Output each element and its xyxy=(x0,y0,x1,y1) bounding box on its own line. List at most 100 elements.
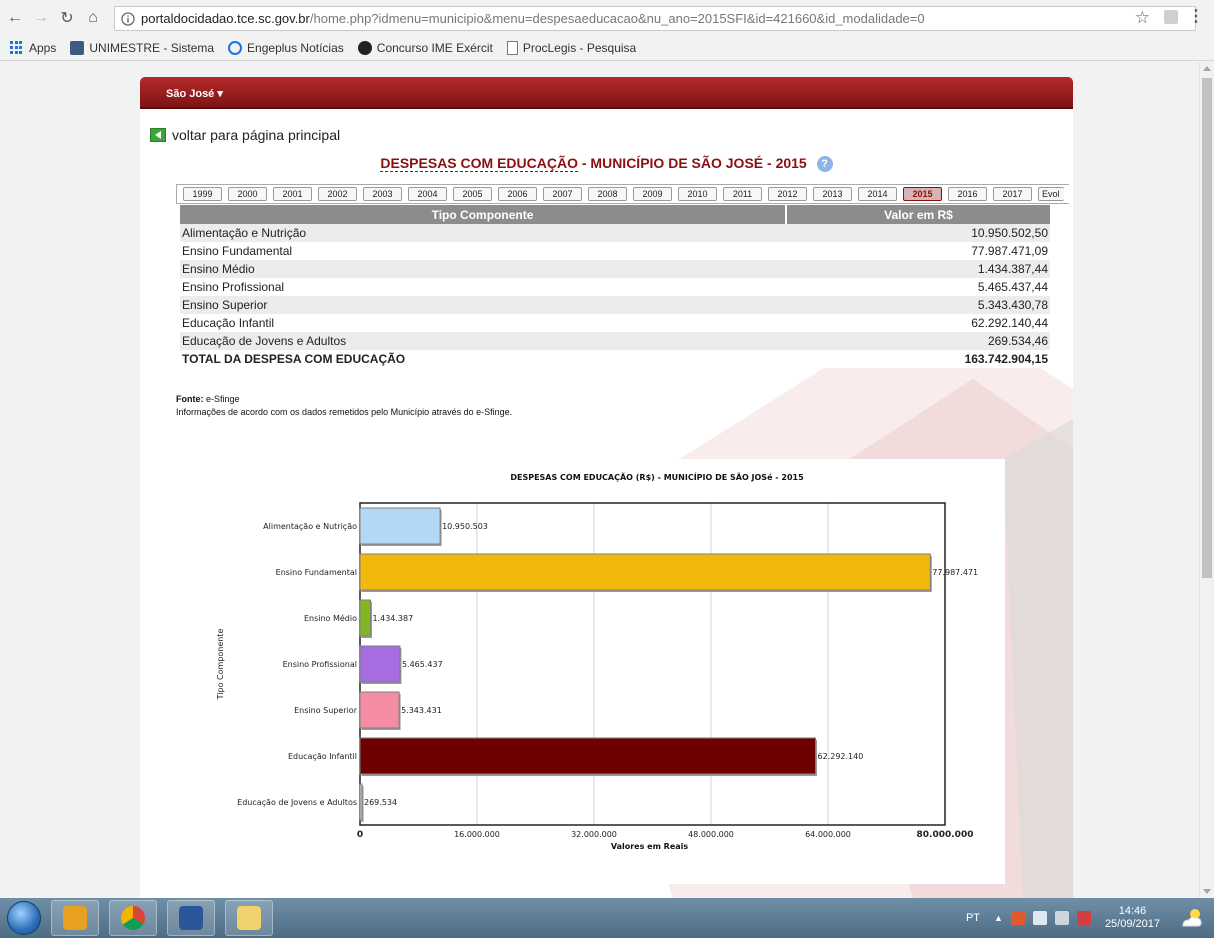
browser-toolbar: ← → ↻ ⌂ portaldocidadao.tce.sc.gov.br/ho… xyxy=(0,0,1214,36)
cell-tipo: Ensino Superior xyxy=(180,296,786,314)
table-row: Ensino Fundamental 77.987.471,09 xyxy=(180,242,1050,260)
cell-valor: 62.292.140,44 xyxy=(786,314,1050,332)
table-row: Ensino Médio 1.434.387,44 xyxy=(180,260,1050,278)
help-icon[interactable]: ? xyxy=(816,156,833,173)
cell-valor: 5.465.437,44 xyxy=(786,278,1050,296)
bar xyxy=(359,645,401,683)
bookmarks-bar: Apps UNIMESTRE - Sistema Engeplus Notíci… xyxy=(0,36,1214,61)
extension-icon[interactable] xyxy=(1164,10,1178,24)
page-viewport: São José ▾ voltar para página principal … xyxy=(0,62,1199,898)
bar xyxy=(359,783,363,821)
bookmark-apps[interactable]: Apps xyxy=(10,41,56,55)
year-tab-2010[interactable]: 2010 xyxy=(678,187,717,201)
bookmark-proclegis[interactable]: ProcLegis - Pesquisa xyxy=(506,41,637,55)
bar-chart-svg: DESPESAS COM EDUCAÇÃO (R$) - MUNICÍPIO D… xyxy=(216,471,978,851)
back-arrow-icon[interactable]: ← xyxy=(4,7,26,29)
bookmark-unimestre[interactable]: UNIMESTRE - Sistema xyxy=(70,41,214,55)
year-tab-2017[interactable]: 2017 xyxy=(993,187,1032,201)
table-total-row: TOTAL DA DESPESA COM EDUCAÇÃO 163.742.904… xyxy=(180,350,1050,368)
start-button[interactable] xyxy=(7,901,41,935)
year-tab-2014[interactable]: 2014 xyxy=(858,187,897,201)
volume-icon[interactable] xyxy=(1032,911,1047,925)
cell-tipo: Educação de Jovens e Adultos xyxy=(180,332,786,350)
x-tick-label: 64.000.000 xyxy=(805,830,851,839)
scroll-down-icon[interactable] xyxy=(1203,889,1211,894)
y-axis-label: Tipo Componente xyxy=(216,629,225,701)
reload-icon[interactable]: ↻ xyxy=(56,7,78,29)
source-label: Fonte: xyxy=(176,394,204,404)
source-note: Fonte: e-Sfinge Informações de acordo co… xyxy=(176,393,512,419)
value-label: 1.434.387 xyxy=(372,614,413,623)
year-tab-2012[interactable]: 2012 xyxy=(768,187,807,201)
table-row: Alimentação e Nutrição 10.950.502,50 xyxy=(180,224,1050,242)
weather-icon[interactable] xyxy=(1178,904,1206,932)
bookmark-concurso[interactable]: Concurso IME Exércit xyxy=(357,41,493,55)
cell-valor: 10.950.502,50 xyxy=(786,224,1050,242)
year-tab-1999[interactable]: 1999 xyxy=(183,187,222,201)
year-tab-2007[interactable]: 2007 xyxy=(543,187,582,201)
back-to-home-link[interactable]: voltar para página principal xyxy=(150,127,340,143)
system-clock[interactable]: 14:46 25/09/2017 xyxy=(1105,905,1160,931)
browser-menu-icon[interactable]: ⋮ xyxy=(1188,6,1204,26)
year-tab-2015[interactable]: 2015 xyxy=(903,187,942,201)
scroll-thumb[interactable] xyxy=(1202,78,1212,578)
year-tab-2006[interactable]: 2006 xyxy=(498,187,537,201)
year-tab-2004[interactable]: 2004 xyxy=(408,187,447,201)
bookmark-label: Concurso IME Exércit xyxy=(376,41,493,55)
cell-tipo: Ensino Fundamental xyxy=(180,242,786,260)
home-icon[interactable]: ⌂ xyxy=(82,7,104,29)
city-menu[interactable]: São José ▾ xyxy=(166,87,223,100)
cell-valor: 77.987.471,09 xyxy=(786,242,1050,260)
category-label: Educação de Jovens e Adultos xyxy=(237,798,357,807)
year-tab-2001[interactable]: 2001 xyxy=(273,187,312,201)
address-bar[interactable]: portaldocidadao.tce.sc.gov.br/home.php?i… xyxy=(114,6,1196,31)
year-tab-2016[interactable]: 2016 xyxy=(948,187,987,201)
year-tab-2008[interactable]: 2008 xyxy=(588,187,627,201)
year-tab-evol[interactable]: Evol xyxy=(1038,187,1064,201)
category-label: Educação Infantil xyxy=(288,752,357,761)
scroll-up-icon[interactable] xyxy=(1203,66,1211,71)
value-label: 77.987.471 xyxy=(932,568,978,577)
bookmark-label: ProcLegis - Pesquisa xyxy=(522,41,637,55)
folder-icon xyxy=(237,906,261,930)
action-center-icon[interactable] xyxy=(1076,911,1091,925)
taskbar-chrome[interactable] xyxy=(109,900,157,936)
year-tab-2003[interactable]: 2003 xyxy=(363,187,402,201)
vertical-scrollbar[interactable] xyxy=(1199,62,1214,898)
table-row: Educação de Jovens e Adultos 269.534,46 xyxy=(180,332,1050,350)
network-icon[interactable] xyxy=(1054,911,1069,925)
windows-taskbar: PT ▲ 14:46 25/09/2017 xyxy=(0,898,1214,938)
forward-arrow-icon[interactable]: → xyxy=(30,7,52,29)
antivirus-icon[interactable] xyxy=(1010,911,1025,925)
site-header: São José ▾ xyxy=(140,77,1073,109)
year-tab-2005[interactable]: 2005 xyxy=(453,187,492,201)
bar xyxy=(359,599,371,637)
year-tab-2002[interactable]: 2002 xyxy=(318,187,357,201)
table-header-row: Tipo Componente Valor em R$ xyxy=(180,205,1050,224)
chrome-icon xyxy=(121,906,145,930)
total-label: TOTAL DA DESPESA COM EDUCAÇÃO xyxy=(180,350,786,368)
language-indicator[interactable]: PT xyxy=(966,912,980,924)
page-icon xyxy=(506,41,518,55)
bar xyxy=(359,507,441,545)
cell-valor: 269.534,46 xyxy=(786,332,1050,350)
info-icon[interactable] xyxy=(119,10,137,28)
bookmark-label: Apps xyxy=(29,41,57,55)
taskbar-outlook[interactable] xyxy=(51,900,99,936)
cell-tipo: Ensino Médio xyxy=(180,260,786,278)
bookmark-engeplus[interactable]: Engeplus Notícias xyxy=(228,41,344,55)
year-tab-2000[interactable]: 2000 xyxy=(228,187,267,201)
year-tab-2013[interactable]: 2013 xyxy=(813,187,852,201)
source-description: Informações de acordo com os dados remet… xyxy=(176,407,513,417)
content-panel: voltar para página principal DESPESAS CO… xyxy=(140,109,1073,898)
page-title: DESPESAS COM EDUCAÇÃO - MUNICÍPIO DE SÃO… xyxy=(140,155,1073,173)
expense-chart: DESPESAS COM EDUCAÇÃO (R$) - MUNICÍPIO D… xyxy=(200,459,1005,884)
apps-grid-icon xyxy=(10,41,24,55)
year-tab-2011[interactable]: 2011 xyxy=(723,187,762,201)
year-tab-2009[interactable]: 2009 xyxy=(633,187,672,201)
taskbar-word[interactable] xyxy=(167,900,215,936)
taskbar-explorer[interactable] xyxy=(225,900,273,936)
show-hidden-icons[interactable]: ▲ xyxy=(994,913,1003,923)
bookmark-star-icon[interactable]: ☆ xyxy=(1135,8,1150,28)
url-path: /home.php?idmenu=municipio&menu=despesae… xyxy=(309,11,925,26)
